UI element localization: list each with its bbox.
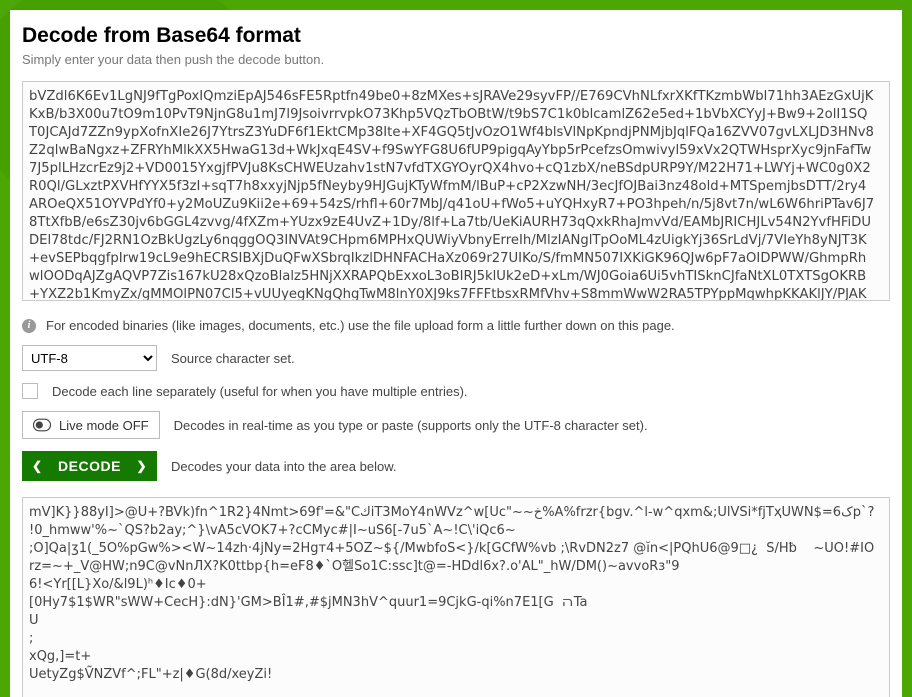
charset-select[interactable]: UTF-8 (22, 345, 157, 371)
live-mode-pill-label: Live mode OFF (59, 418, 149, 433)
charset-row: UTF-8 Source character set. (22, 345, 890, 371)
decode-lines-checkbox[interactable] (22, 383, 38, 399)
page-title: Decode from Base64 format (22, 24, 890, 48)
info-icon: i (22, 319, 36, 333)
info-row: i For encoded binaries (like images, doc… (22, 318, 890, 333)
charset-label: Source character set. (171, 351, 295, 366)
decode-lines-row: Decode each line separately (useful for … (22, 383, 890, 399)
chevron-right-icon: ❯ (136, 459, 147, 473)
live-mode-row: Live mode OFF Decodes in real-time as yo… (22, 411, 890, 439)
content-panel: Decode from Base64 format Simply enter y… (10, 10, 902, 697)
decode-button-label: DECODE (58, 458, 121, 474)
page-subtitle: Simply enter your data then push the dec… (22, 52, 890, 67)
decode-row: ❮ DECODE ❯ Decodes your data into the ar… (22, 451, 890, 481)
decode-lines-label: Decode each line separately (useful for … (52, 384, 468, 399)
decode-button[interactable]: ❮ DECODE ❯ (22, 451, 157, 481)
output-textarea[interactable]: mV]￼K}}8￼￼￼8￼y￼￼I]>@U+?BV￼k￼￼)fn^￼￼1R2￼}… (22, 497, 890, 697)
input-textarea[interactable]: bVZdl6K6Ev1LgNJ9fTgPoxIQmziEpAJ546sFE5Rp… (22, 81, 890, 301)
toggle-off-icon (33, 418, 51, 432)
live-mode-label: Decodes in real-time as you type or past… (174, 418, 648, 433)
info-text: For encoded binaries (like images, docum… (46, 318, 675, 333)
live-mode-toggle[interactable]: Live mode OFF (22, 411, 160, 439)
decode-button-desc: Decodes your data into the area below. (171, 459, 396, 474)
chevron-left-icon: ❮ (32, 459, 43, 473)
